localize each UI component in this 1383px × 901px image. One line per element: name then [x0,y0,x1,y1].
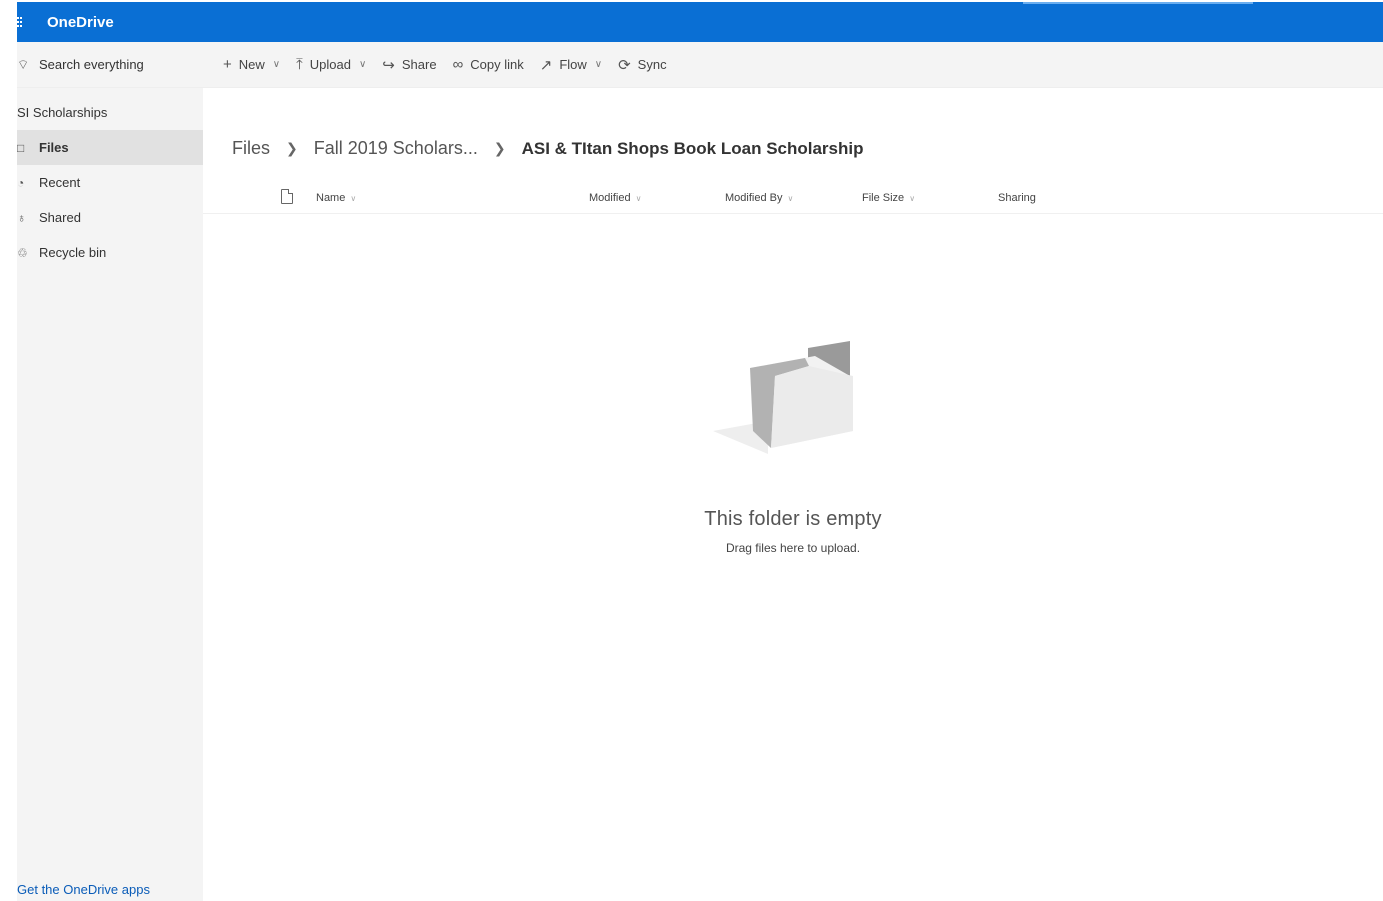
get-apps-link[interactable]: Get the OneDrive apps [17,882,150,897]
copy-link-label: Copy link [470,57,524,72]
search-icon: ⌔ [17,56,30,72]
column-file-size-label: File Size [862,192,905,204]
column-sharing-label: Sharing [998,192,1036,204]
share-label: Share [401,57,437,72]
chevron-down-icon: ∨ [272,59,281,70]
empty-state-title: This folder is empty [704,508,882,530]
chevron-down-icon: ∨ [350,193,357,203]
file-type-icon [281,189,293,204]
nav-item-files[interactable]: □ Files [17,130,203,165]
command-list: + New ∨ ⤒ Upload ∨ ↪ Share ∞ Copy link ↗… [223,42,683,88]
empty-state-subtitle: Drag files here to upload. [725,541,861,555]
column-modified-by-label: Modified By [725,192,783,204]
column-file-size[interactable]: File Size ∨ [862,192,915,204]
flow-label: Flow [559,57,587,72]
onedrive-app: OneDrive ⌔ Search everything + New ∨ ⤒ U… [17,2,1383,901]
upload-label: Upload [309,57,351,72]
sync-label: Sync [637,57,667,72]
sync-button[interactable]: ⟳ Sync [618,42,666,88]
people-icon: ♁ [17,210,26,225]
link-icon: ∞ [452,56,464,73]
nav-item-shared[interactable]: ♁ Shared [17,200,203,235]
column-modified-label: Modified [589,192,631,204]
clock-icon: ◔ [17,175,25,190]
command-bar: ⌔ Search everything + New ∨ ⤒ Upload ∨ ↪… [17,42,1383,88]
nav-item-label: Shared [39,210,81,225]
copy-link-button[interactable]: ∞ Copy link [453,42,524,88]
column-modified-by[interactable]: Modified By ∨ [725,192,793,204]
site-name[interactable]: SI Scholarships [17,105,107,120]
nav-item-label: Recycle bin [39,245,107,260]
nav-items: □ Files ◔ Recent ♁ Shared ♲ Recycle bin [17,130,203,270]
chevron-down-icon: ∨ [635,193,642,203]
share-icon: ↪ [382,56,395,74]
chevron-down-icon: ∨ [909,193,916,203]
new-button[interactable]: + New ∨ [223,42,280,88]
search-box[interactable]: ⌔ Search everything [17,42,203,88]
trash-icon: ♲ [17,245,28,260]
empty-state: This folder is empty Drag files here to … [203,336,1383,555]
breadcrumb-item-files[interactable]: Files [232,138,270,159]
flow-button[interactable]: ↗ Flow ∨ [540,42,602,88]
empty-folder-icon [713,341,853,454]
sync-icon: ⟳ [618,56,631,74]
column-sharing[interactable]: Sharing [998,192,1036,204]
app-launcher-button[interactable] [17,2,47,42]
folder-icon: □ [17,140,25,155]
suite-accent-bar [1023,2,1253,4]
upload-icon: ⤒ [296,56,303,73]
upload-button[interactable]: ⤒ Upload ∨ [296,42,366,88]
share-button[interactable]: ↪ Share [382,42,436,88]
chevron-right-icon: ❯ [286,140,298,156]
new-label: New [238,57,265,72]
chevron-right-icon: ❯ [493,140,506,156]
breadcrumb: Files ❯ Fall 2019 Scholars... ❯ ASI & TI… [232,138,864,159]
app-title[interactable]: OneDrive [47,14,114,31]
column-name[interactable]: Name ∨ [316,192,356,204]
column-header-row: Name ∨ Modified ∨ Modified By ∨ File Siz… [203,184,1383,214]
column-modified[interactable]: Modified ∨ [589,192,641,204]
file-type-column[interactable] [281,189,293,204]
left-navigation: SI Scholarships □ Files ◔ Recent ♁ Share… [17,88,203,901]
suite-bar: OneDrive [17,2,1383,42]
main-content: Files ❯ Fall 2019 Scholars... ❯ ASI & TI… [203,88,1383,901]
breadcrumb-item-fall-2019[interactable]: Fall 2019 Scholars... [314,138,478,159]
nav-item-recent[interactable]: ◔ Recent [17,165,203,200]
waffle-icon [17,17,23,27]
breadcrumb-current: ASI & TItan Shops Book Loan Scholarship [521,138,864,158]
plus-icon: + [223,56,232,73]
search-placeholder: Search everything [39,57,144,72]
column-name-label: Name [316,192,346,204]
chevron-down-icon: ∨ [358,59,367,70]
chevron-down-icon: ∨ [594,59,603,70]
nav-item-label: Recent [39,175,81,190]
chevron-down-icon: ∨ [787,193,794,203]
nav-item-recycle-bin[interactable]: ♲ Recycle bin [17,235,203,270]
nav-item-label: Files [39,140,69,155]
flow-icon: ↗ [539,56,553,74]
